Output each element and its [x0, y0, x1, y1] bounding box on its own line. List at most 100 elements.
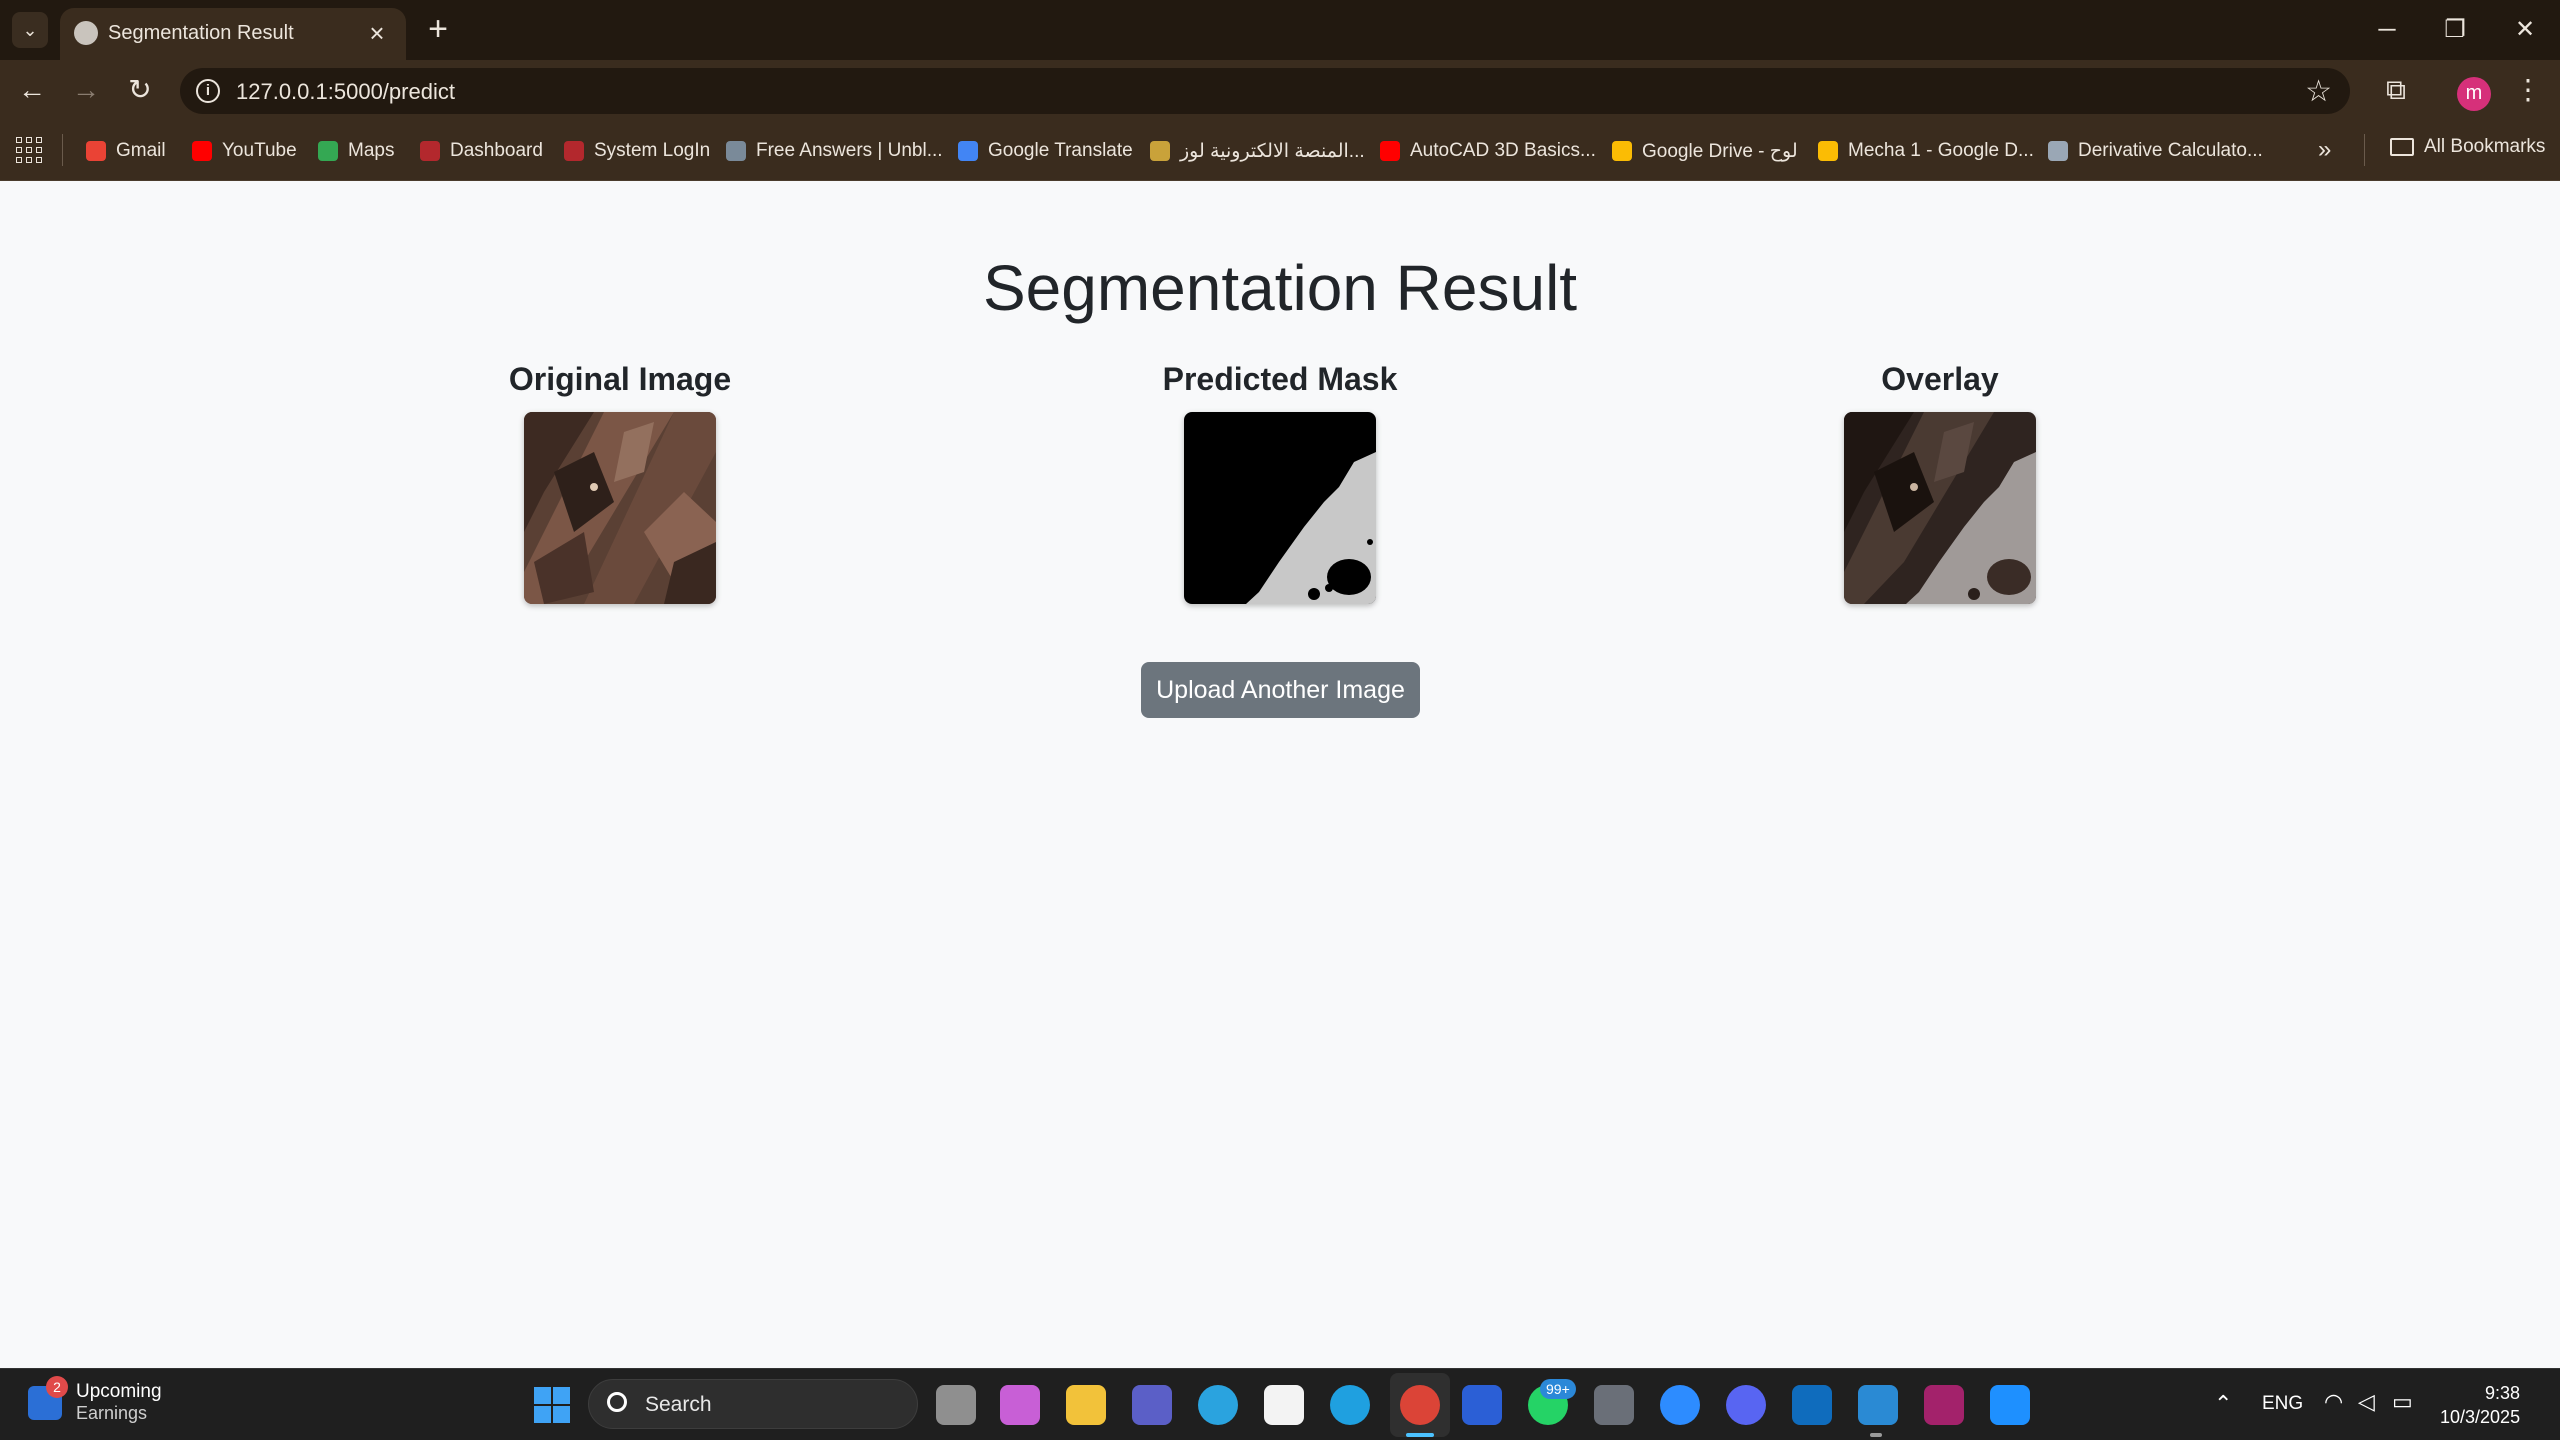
url-text: 127.0.0.1:5000/predict: [236, 79, 455, 104]
teams-icon[interactable]: [1132, 1385, 1172, 1425]
minimize-icon[interactable]: ─: [2362, 10, 2412, 50]
apps-icon[interactable]: [16, 137, 42, 163]
bookmark-star-icon[interactable]: ☆: [2305, 74, 2332, 109]
mathcad-icon[interactable]: [1462, 1385, 1502, 1425]
google-drive-icon: [1818, 141, 1838, 161]
upload-another-image-button[interactable]: Upload Another Image: [1141, 662, 1420, 718]
bookmark-label: المنصة الالكترونية لوز...: [1180, 140, 1365, 162]
widgets-button[interactable]: 2 Upcoming Earnings: [28, 1375, 162, 1424]
bookmark-autocad[interactable]: AutoCAD 3D Basics...: [1380, 136, 1596, 166]
browser-chrome: ⌄ Segmentation Result × + ─ ❐ ✕ ← → ↻ i …: [0, 0, 2560, 181]
taskbar-search[interactable]: Search: [588, 1379, 918, 1429]
all-bookmarks-button[interactable]: All Bookmarks: [2390, 136, 2545, 158]
overlay-panel: Overlay: [1740, 361, 2140, 604]
page-title: Segmentation Result: [982, 252, 1578, 324]
menu-icon[interactable]: ⋮: [2510, 74, 2546, 110]
google-drive-icon: [1612, 141, 1632, 161]
widget-title: Upcoming: [76, 1381, 162, 1402]
bookmark-maps[interactable]: Maps: [318, 136, 394, 166]
back-icon[interactable]: ←: [14, 72, 50, 108]
vscode-icon[interactable]: [1858, 1385, 1898, 1425]
original-image: [524, 412, 716, 604]
translate-icon: [958, 141, 978, 161]
chevron-up-icon[interactable]: ⌃: [2214, 1391, 2232, 1417]
telegram-icon[interactable]: [1198, 1385, 1238, 1425]
unity-icon[interactable]: [1594, 1385, 1634, 1425]
university-shield-icon: [564, 141, 584, 161]
maps-icon: [318, 141, 338, 161]
divider: [2364, 134, 2365, 166]
bookmark-arabic-platform[interactable]: المنصة الالكترونية لوز...: [1150, 136, 1365, 166]
battery-icon[interactable]: ▭: [2392, 1389, 2413, 1415]
address-bar[interactable]: i 127.0.0.1:5000/predict ☆: [180, 68, 2350, 114]
university-shield-icon: [420, 141, 440, 161]
notification-badge: 2: [46, 1375, 68, 1398]
more-bookmarks-icon[interactable]: »: [2318, 136, 2331, 164]
youtube-icon: [1380, 141, 1400, 161]
bookmark-label: Dashboard: [450, 140, 543, 161]
original-image-panel: Original Image: [420, 361, 820, 604]
bookmark-mecha[interactable]: Mecha 1 - Google D...: [1818, 136, 2034, 166]
extensions-icon[interactable]: ⧉: [2378, 74, 2414, 110]
microsoft-store-icon[interactable]: [1264, 1385, 1304, 1425]
chrome-icon[interactable]: [1400, 1385, 1440, 1425]
bookmark-google-drive[interactable]: Google Drive - لوح: [1612, 136, 1798, 166]
panel-heading: Original Image: [508, 361, 732, 397]
eagle-emblem-icon: [1150, 141, 1170, 161]
language-indicator[interactable]: ENG: [2262, 1393, 2303, 1415]
active-indicator: [1406, 1433, 1434, 1437]
bookmark-label: AutoCAD 3D Basics...: [1410, 140, 1596, 161]
tab-search-icon[interactable]: ⌄: [12, 12, 48, 48]
volume-icon[interactable]: ◁: [2358, 1389, 2375, 1415]
clock[interactable]: 9:38 10/3/2025: [2440, 1381, 2520, 1429]
wifi-icon[interactable]: ◠: [2324, 1389, 2343, 1415]
bookmark-derivative-calculator[interactable]: Derivative Calculato...: [2048, 136, 2263, 166]
site-info-icon[interactable]: i: [196, 79, 220, 103]
edge-icon[interactable]: [1330, 1385, 1370, 1425]
forward-icon[interactable]: →: [68, 72, 104, 108]
tab-active[interactable]: Segmentation Result ×: [60, 8, 406, 60]
bookmark-youtube[interactable]: YouTube: [192, 136, 297, 166]
bookmark-label: Gmail: [116, 140, 166, 161]
reload-icon[interactable]: ↻: [122, 72, 158, 108]
bookmark-label: Google Translate: [988, 140, 1133, 161]
books-icon: [726, 141, 746, 161]
panel-heading: Predicted Mask: [1162, 361, 1398, 397]
search-icon: [607, 1392, 627, 1412]
zoom-icon[interactable]: [1660, 1385, 1700, 1425]
panel-heading: Overlay: [1881, 361, 1999, 397]
widget-subtitle: Earnings: [76, 1403, 148, 1423]
all-bookmarks-label: All Bookmarks: [2424, 136, 2546, 157]
bookmark-label: Derivative Calculato...: [2078, 140, 2263, 161]
gmail-icon: [86, 141, 106, 161]
windows-taskbar: 2 Upcoming Earnings Search 99+ ⌃ ENG ◠ ◁…: [0, 1368, 2560, 1440]
bookmark-label: Maps: [348, 140, 395, 161]
windows-start-icon[interactable]: [534, 1387, 570, 1423]
page-content: Segmentation Result Original Image Predi…: [0, 181, 2560, 1368]
matlab-icon[interactable]: [1924, 1385, 1964, 1425]
restore-icon[interactable]: ❐: [2430, 10, 2480, 50]
bookmark-free-answers[interactable]: Free Answers | Unbl...: [726, 136, 943, 166]
profile-avatar[interactable]: m: [2457, 77, 2491, 111]
bookmark-google-translate[interactable]: Google Translate: [958, 136, 1133, 166]
close-tab-icon[interactable]: ×: [362, 18, 392, 48]
app-window-icon[interactable]: [1990, 1385, 2030, 1425]
folder-icon: [2390, 138, 2414, 156]
running-indicator: [1870, 1433, 1882, 1437]
calculator-icon: [2048, 141, 2068, 161]
copilot-icon[interactable]: [1000, 1385, 1040, 1425]
task-view-icon[interactable]: [936, 1385, 976, 1425]
youtube-icon: [192, 141, 212, 161]
file-explorer-icon[interactable]: [1066, 1385, 1106, 1425]
new-tab-button[interactable]: +: [420, 12, 456, 48]
tab-strip: ⌄ Segmentation Result × + ─ ❐ ✕: [0, 0, 2560, 60]
bookmark-dashboard[interactable]: Dashboard: [420, 136, 543, 166]
close-window-icon[interactable]: ✕: [2500, 10, 2550, 50]
outlook-icon[interactable]: [1792, 1385, 1832, 1425]
discord-icon[interactable]: [1726, 1385, 1766, 1425]
bookmark-label: System LogIn: [594, 140, 711, 161]
bookmark-gmail[interactable]: Gmail: [86, 136, 166, 166]
clock-date: 10/3/2025: [2440, 1407, 2521, 1427]
bookmark-system-login[interactable]: System LogIn: [564, 136, 710, 166]
divider: [62, 134, 63, 166]
